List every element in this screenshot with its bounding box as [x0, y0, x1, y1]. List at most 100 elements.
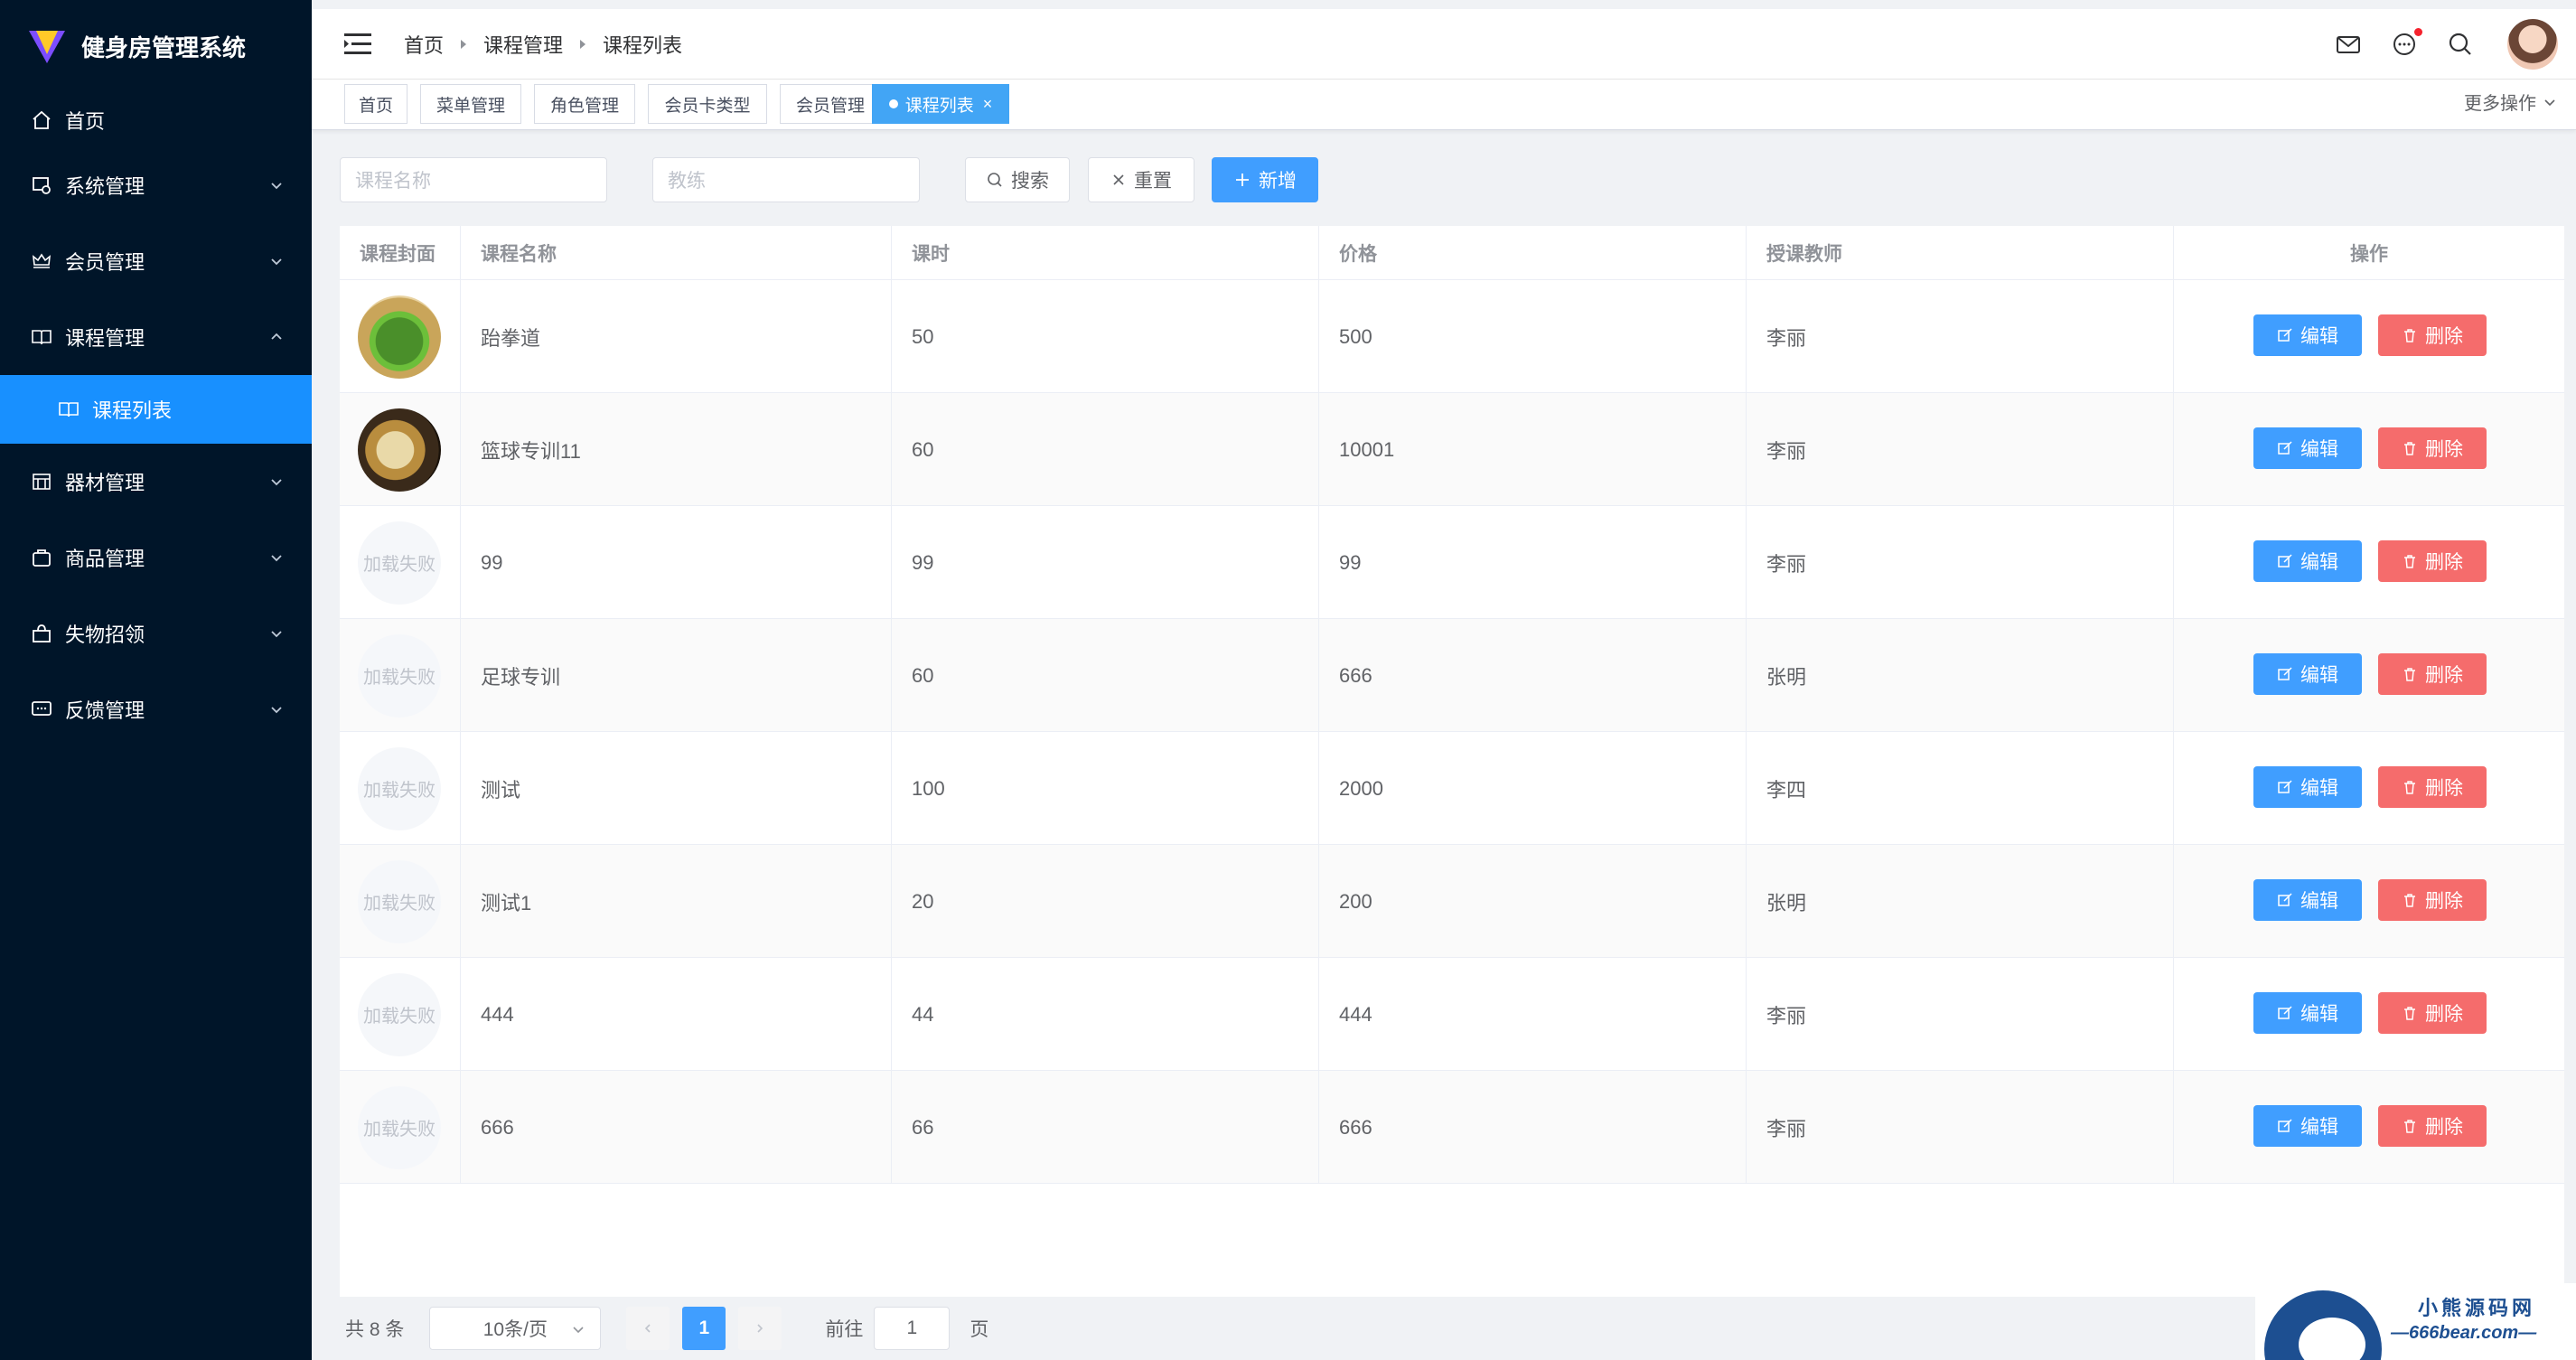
next-page-button[interactable]	[738, 1307, 782, 1350]
chevron-down-icon	[573, 1327, 584, 1334]
tag-label: 会员管理	[795, 96, 865, 116]
more-operations-dropdown[interactable]: 更多操作	[2464, 89, 2558, 115]
page-size-select[interactable]: 10条/页	[429, 1307, 602, 1350]
navbar-actions	[2334, 9, 2558, 80]
goods-icon	[33, 549, 51, 567]
tag-member-manage[interactable]: 会员管理	[780, 84, 881, 124]
reading-icon	[59, 402, 79, 417]
cell-hours: 99	[892, 506, 1319, 619]
course-cover-image[interactable]	[358, 295, 441, 379]
logo[interactable]: 健身房管理系统	[0, 0, 312, 93]
edit-button[interactable]: 编辑	[2253, 540, 2362, 582]
add-button[interactable]: 新增	[1212, 157, 1318, 202]
column-header: 课程名称	[461, 226, 892, 280]
close-icon	[1113, 174, 1124, 185]
edit-button[interactable]: 编辑	[2253, 766, 2362, 808]
column-header: 授课教师	[1747, 226, 2174, 280]
button-label: 编辑	[2300, 439, 2338, 460]
cell-hours: 60	[892, 393, 1319, 506]
search-icon[interactable]	[2446, 30, 2475, 59]
delete-button[interactable]: 删除	[2378, 427, 2487, 469]
edit-button[interactable]: 编辑	[2253, 992, 2362, 1034]
button-label: 编辑	[2300, 1117, 2338, 1138]
prev-page-button[interactable]	[626, 1307, 670, 1350]
notification-dot	[2414, 28, 2422, 36]
tag-menu-manage[interactable]: 菜单管理	[420, 84, 521, 124]
goto-label: 前往	[825, 1319, 864, 1340]
breadcrumb-home[interactable]: 首页	[404, 30, 444, 59]
delete-button[interactable]: 删除	[2378, 1105, 2487, 1147]
trash-icon	[2404, 668, 2415, 681]
tag-card-type[interactable]: 会员卡类型	[648, 84, 767, 124]
cell-name: 444	[461, 958, 892, 1071]
goto-page-input[interactable]: 1	[874, 1307, 951, 1350]
book-icon	[32, 330, 52, 345]
hamburger-icon[interactable]	[344, 32, 373, 57]
breadcrumb: 首页 课程管理 课程列表	[404, 30, 682, 59]
course-cover-image[interactable]: 加载失败	[358, 633, 441, 718]
mail-icon[interactable]	[2334, 30, 2363, 59]
delete-button[interactable]: 删除	[2378, 992, 2487, 1034]
sidebar-item-feedback[interactable]: 反馈管理	[0, 671, 312, 747]
sidebar-item-label: 会员管理	[65, 251, 145, 274]
message-button[interactable]	[2390, 28, 2422, 59]
course-cover-image[interactable]: 加载失败	[358, 972, 441, 1056]
edit-button[interactable]: 编辑	[2253, 879, 2362, 921]
sidebar-item-course-list[interactable]: 课程列表	[0, 375, 312, 444]
reset-button[interactable]: 重置	[1088, 157, 1194, 202]
edit-icon	[2278, 780, 2292, 793]
edit-icon	[2278, 893, 2292, 906]
sidebar-item-equipment[interactable]: 器材管理	[0, 444, 312, 520]
course-cover-image[interactable]: 加载失败	[358, 746, 441, 830]
table-row: 跆拳道 50 500 李丽 编辑 删除	[340, 280, 2564, 393]
edit-button[interactable]: 编辑	[2253, 1105, 2362, 1147]
sidebar-item-label: 反馈管理	[65, 699, 145, 722]
column-header: 课时	[892, 226, 1319, 280]
coach-input[interactable]: 教练	[652, 157, 920, 202]
column-header: 价格	[1319, 226, 1747, 280]
search-button[interactable]: 搜索	[965, 157, 1070, 202]
trash-icon	[2404, 329, 2415, 342]
tag-home[interactable]: 首页	[344, 84, 407, 124]
tag-label: 课程列表	[904, 96, 974, 116]
sidebar-item-home[interactable]: 首页	[0, 93, 312, 147]
edit-button[interactable]: 编辑	[2253, 314, 2362, 356]
delete-button[interactable]: 删除	[2378, 314, 2487, 356]
close-icon[interactable]: ×	[983, 95, 993, 114]
trash-icon	[2404, 894, 2415, 907]
sidebar-item-member[interactable]: 会员管理	[0, 223, 312, 299]
button-label: 编辑	[2300, 891, 2338, 912]
cell-name: 666	[461, 1071, 892, 1184]
watermark-text: 小熊源码网	[2418, 1297, 2536, 1319]
sidebar-item-lost-found[interactable]: 失物招领	[0, 596, 312, 671]
user-avatar[interactable]	[2507, 19, 2558, 70]
course-cover-image[interactable]	[358, 408, 441, 492]
sidebar-item-label: 失物招领	[65, 624, 145, 646]
course-cover-image[interactable]: 加载失败	[358, 521, 441, 605]
tag-role-manage[interactable]: 角色管理	[534, 84, 635, 124]
breadcrumb-course-manage[interactable]: 课程管理	[483, 30, 563, 59]
delete-button[interactable]: 删除	[2378, 653, 2487, 695]
pagination-total: 共 8 条	[345, 1319, 405, 1340]
cell-hours: 50	[892, 280, 1319, 393]
sidebar-item-course[interactable]: 课程管理	[0, 299, 312, 375]
tag-course-list[interactable]: 课程列表 ×	[872, 84, 1009, 124]
cell-name: 足球专训	[461, 619, 892, 732]
delete-button[interactable]: 删除	[2378, 540, 2487, 582]
button-label: 删除	[2425, 326, 2463, 347]
edit-button[interactable]: 编辑	[2253, 653, 2362, 695]
course-cover-image[interactable]: 加载失败	[358, 859, 441, 943]
delete-button[interactable]: 删除	[2378, 879, 2487, 921]
sidebar-item-goods[interactable]: 商品管理	[0, 520, 312, 596]
page-number-current[interactable]: 1	[682, 1307, 726, 1350]
course-cover-image[interactable]: 加载失败	[358, 1085, 441, 1169]
page-size-value: 10条/页	[482, 1319, 548, 1340]
cell-teacher: 张明	[1747, 619, 2174, 732]
sidebar-item-system[interactable]: 系统管理	[0, 147, 312, 223]
course-name-input[interactable]: 课程名称	[340, 157, 607, 202]
cell-name: 篮球专训11	[461, 393, 892, 506]
chevron-right-icon	[757, 1324, 763, 1333]
edit-button[interactable]: 编辑	[2253, 427, 2362, 469]
trash-icon	[2404, 555, 2415, 568]
delete-button[interactable]: 删除	[2378, 766, 2487, 808]
